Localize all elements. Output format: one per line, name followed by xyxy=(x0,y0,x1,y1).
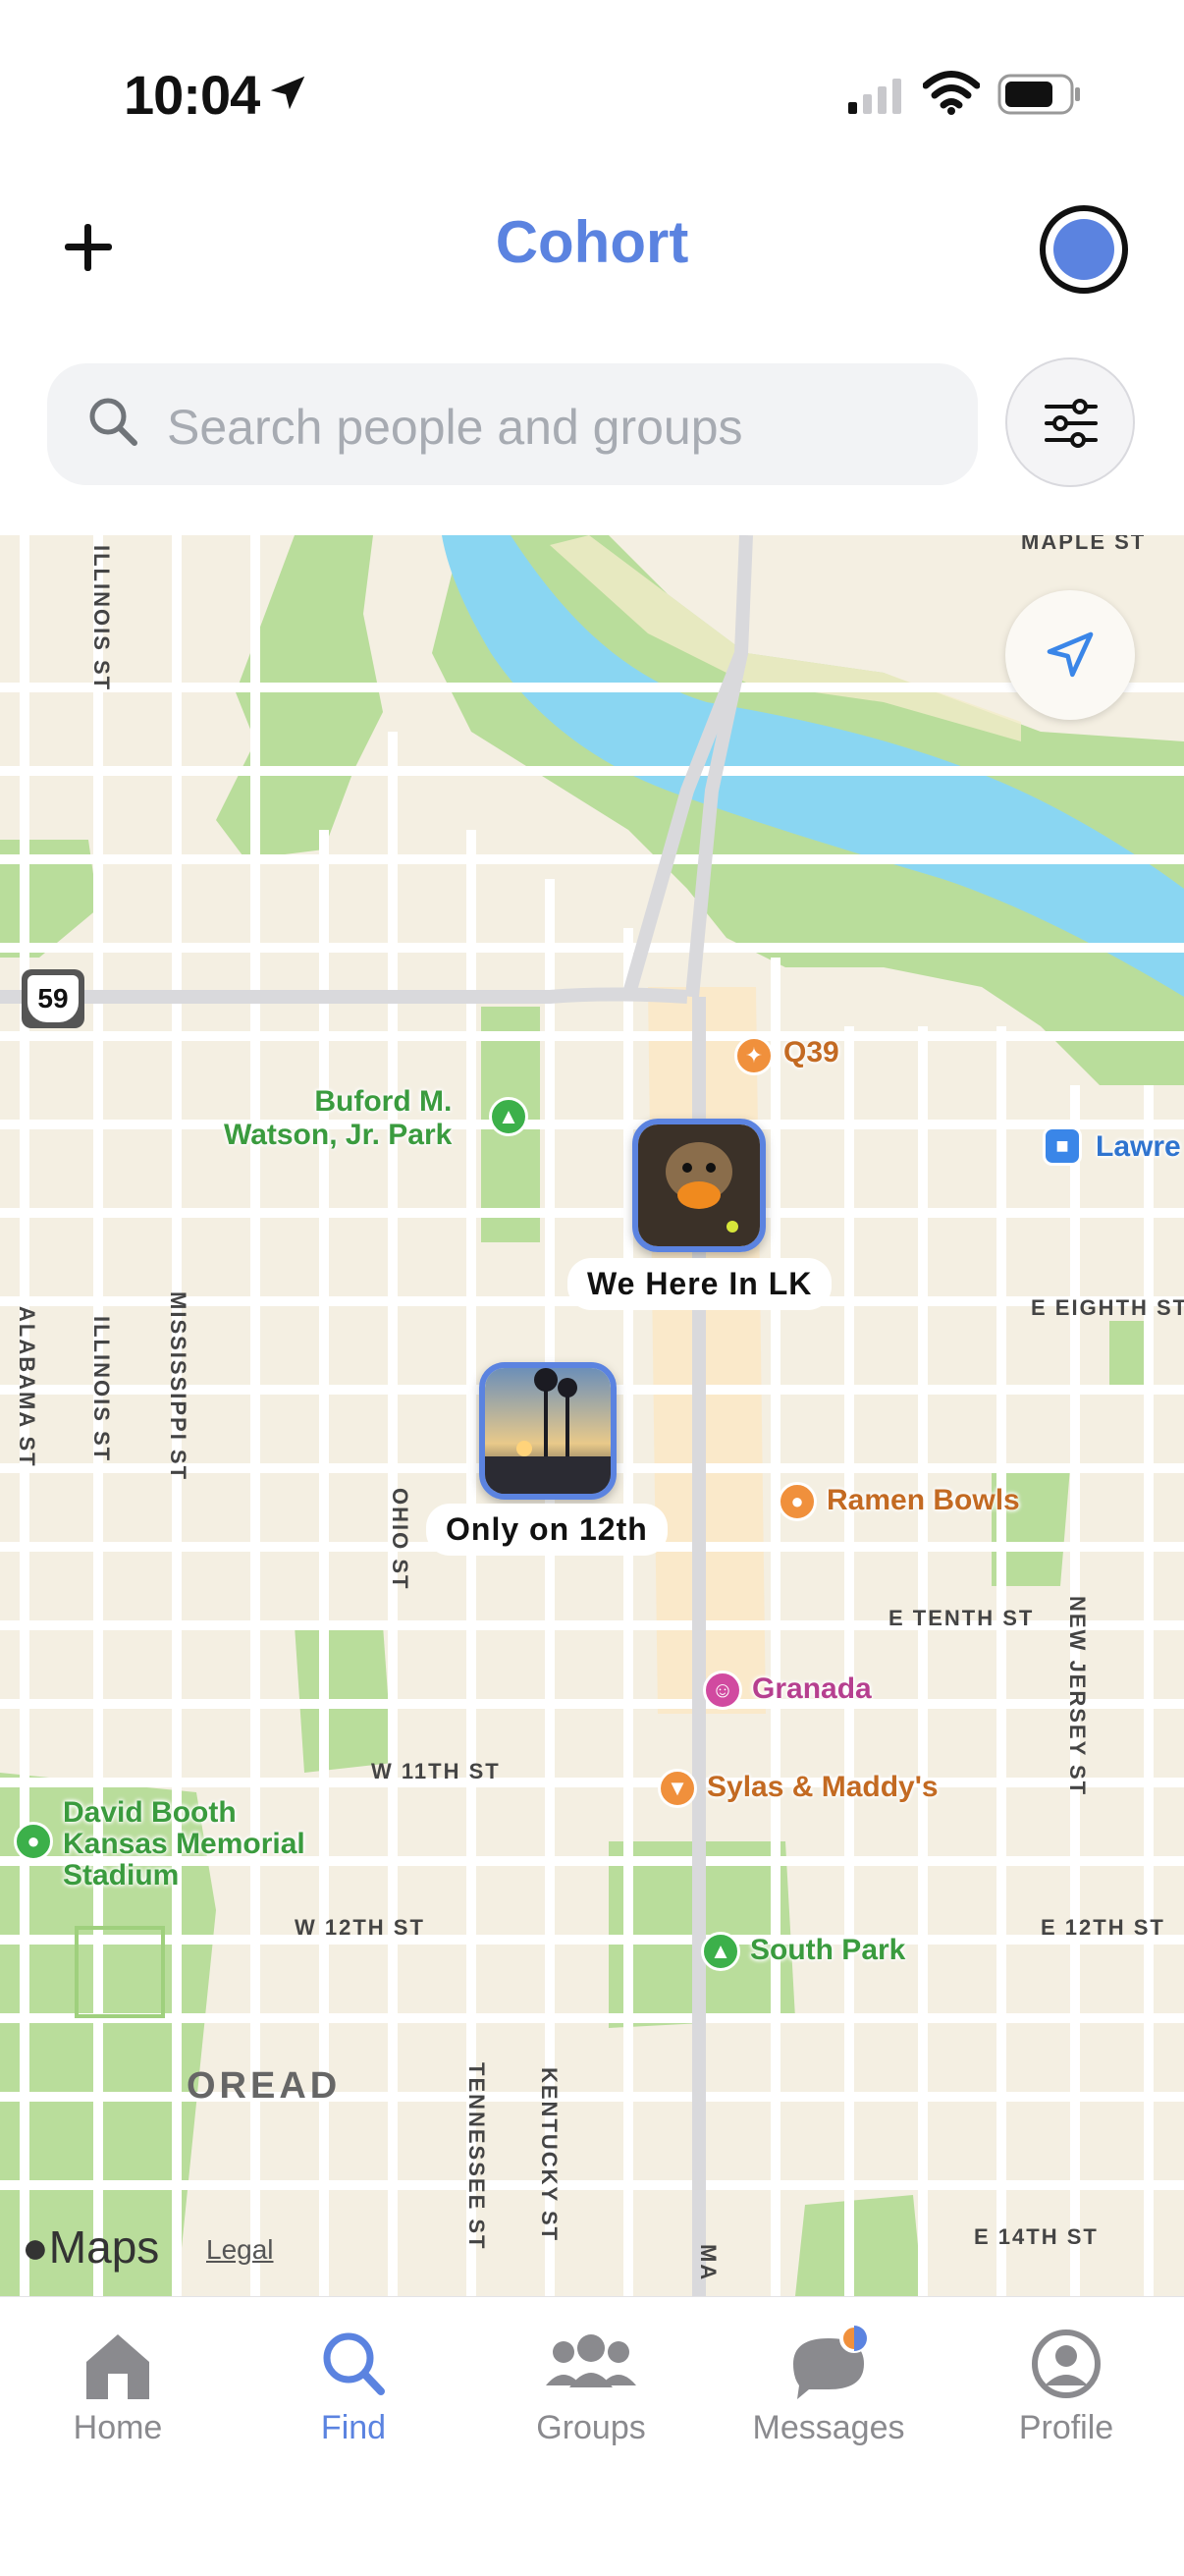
group-pin-we-here-in-lk[interactable] xyxy=(632,1119,766,1252)
location-arrow-icon xyxy=(270,76,305,110)
street-label: W 12TH ST xyxy=(295,1915,425,1940)
park-icon[interactable]: ▲ xyxy=(489,1097,528,1136)
street-label: E 12TH ST xyxy=(1041,1915,1165,1940)
tab-home[interactable]: Home xyxy=(0,2297,236,2494)
street-label: KENTUCKY ST xyxy=(537,2067,562,2243)
street-label: MA xyxy=(696,2244,721,2282)
profile-icon xyxy=(1032,2329,1101,2398)
restaurant-icon[interactable]: ✦ xyxy=(734,1036,774,1075)
tab-label: Messages xyxy=(752,2409,905,2446)
messages-icon xyxy=(793,2325,869,2399)
group-pin-only-on-12th[interactable] xyxy=(479,1362,617,1500)
poi-david-booth-stadium[interactable]: David Booth Kansas Memorial Stadium xyxy=(63,1797,305,1891)
home-icon xyxy=(86,2334,149,2399)
street-label: E TENTH ST xyxy=(888,1606,1035,1630)
wifi-icon xyxy=(923,71,980,115)
search-placeholder: Search people and groups xyxy=(167,400,743,455)
poi-ramen-bowls[interactable]: Ramen Bowls xyxy=(827,1484,1020,1517)
map-view[interactable]: MAPLE ST ILLINOIS ST ALABAMA ST ILLINOIS… xyxy=(0,535,1184,2296)
group-label[interactable]: Only on 12th xyxy=(426,1504,668,1556)
stadium-icon[interactable]: ● xyxy=(14,1822,53,1861)
tab-label: Groups xyxy=(536,2409,646,2446)
poi-granada[interactable]: Granada xyxy=(752,1672,872,1706)
ramen-icon[interactable]: ● xyxy=(778,1482,817,1521)
tab-bar: Home Find Groups Messages Profile xyxy=(0,2296,1184,2576)
street-label: ILLINOIS ST xyxy=(89,1316,114,1463)
street-label: E 14TH ST xyxy=(974,2224,1099,2249)
street-label: W 11TH ST xyxy=(371,1759,501,1783)
highway-number: 59 xyxy=(27,975,79,1022)
street-label: OHIO ST xyxy=(388,1488,412,1591)
locate-me-button[interactable] xyxy=(1005,590,1135,720)
group-photo-street xyxy=(485,1368,611,1494)
neighborhood-label: OREAD xyxy=(187,2065,342,2107)
legal-link[interactable]: Legal xyxy=(206,2234,274,2266)
street-label: NEW JERSEY ST xyxy=(1065,1596,1090,1797)
train-station-icon[interactable]: ■ xyxy=(1043,1126,1082,1166)
street-label: MAPLE ST xyxy=(1021,535,1147,554)
street-label: ALABAMA ST xyxy=(15,1306,39,1468)
apple-logo-icon: ● xyxy=(22,2221,49,2273)
street-label: TENNESSEE ST xyxy=(464,2062,489,2251)
street-label: E EIGHTH ST xyxy=(1031,1295,1184,1320)
theater-icon[interactable]: ☺ xyxy=(703,1671,742,1710)
poi-lawrence-station[interactable]: Lawre xyxy=(1096,1130,1181,1164)
maps-attribution: ●Maps xyxy=(22,2221,160,2273)
tab-groups[interactable]: Groups xyxy=(473,2297,709,2494)
poi-sylas-maddys[interactable]: Sylas & Maddy's xyxy=(707,1771,939,1804)
location-arrow-icon xyxy=(1047,631,1094,678)
tab-label: Profile xyxy=(1018,2409,1114,2446)
app-title: Cohort xyxy=(495,209,689,275)
street-label: ILLINOIS ST xyxy=(89,545,114,692)
search-icon xyxy=(89,398,137,446)
search-icon xyxy=(323,2332,385,2395)
avatar[interactable] xyxy=(1039,204,1129,295)
tab-label: Home xyxy=(73,2409,163,2446)
street-label: MISSISSIPPI ST xyxy=(166,1291,190,1482)
poi-q39[interactable]: Q39 xyxy=(783,1036,839,1069)
group-label[interactable]: We Here In LK xyxy=(567,1258,833,1310)
sliders-icon xyxy=(1045,399,1098,448)
tab-messages[interactable]: Messages xyxy=(711,2297,946,2494)
filter-button[interactable] xyxy=(1005,357,1135,487)
people-icon xyxy=(546,2334,636,2387)
group-photo-dog xyxy=(638,1124,760,1246)
park-icon[interactable]: ▲ xyxy=(701,1932,740,1971)
tab-profile[interactable]: Profile xyxy=(948,2297,1184,2494)
poi-buford-park[interactable]: Buford M. Watson, Jr. Park xyxy=(224,1085,452,1152)
status-time: 10:04 xyxy=(124,64,260,126)
cellular-signal-icon xyxy=(848,79,901,114)
tab-label: Find xyxy=(320,2409,387,2446)
poi-south-park[interactable]: South Park xyxy=(750,1934,905,1967)
highway-shield-icon: 59 xyxy=(22,969,84,1028)
ice-cream-icon[interactable]: ▼ xyxy=(658,1769,697,1808)
battery-icon xyxy=(997,74,1080,115)
tab-find[interactable]: Find xyxy=(236,2297,471,2494)
